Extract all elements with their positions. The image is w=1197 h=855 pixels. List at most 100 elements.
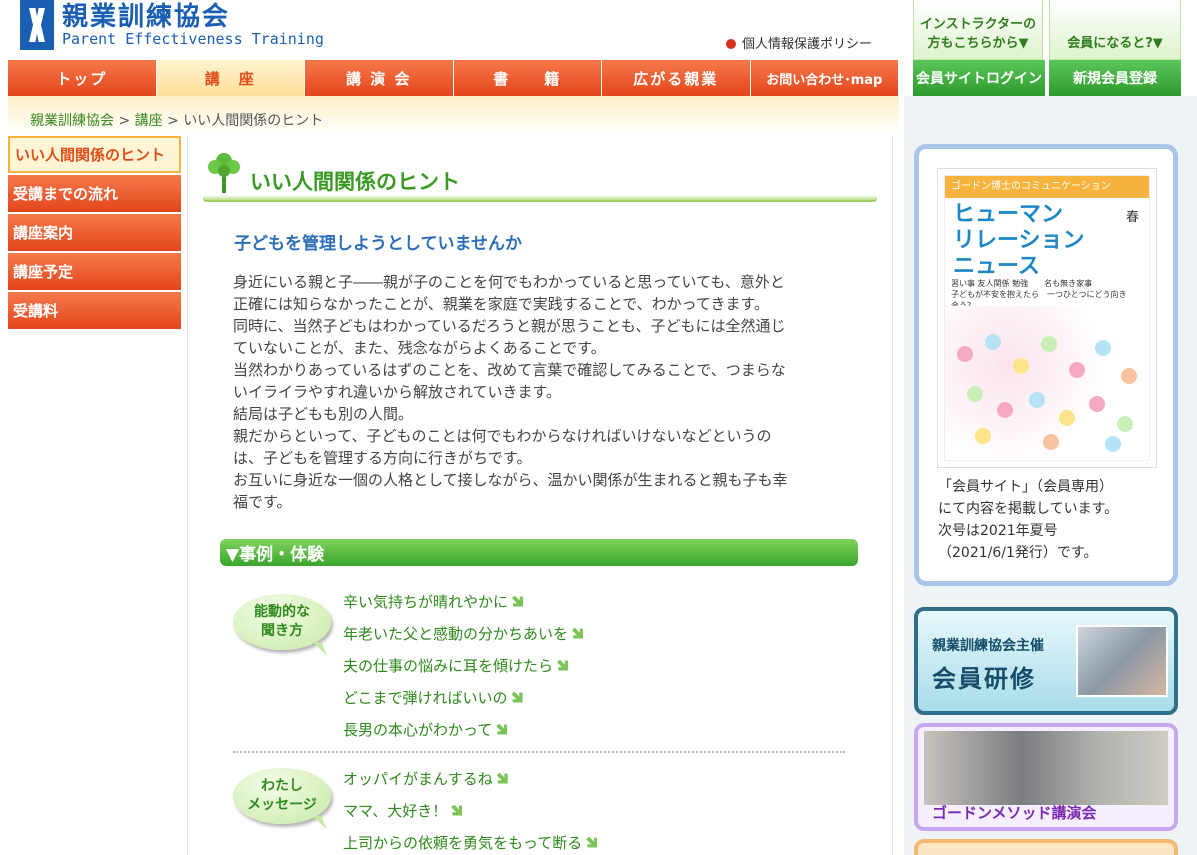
case-link[interactable]: 上司からの依頼を勇気をもって断る [343,826,598,855]
sidebar-item-schedule[interactable]: 講座予定 [8,253,181,290]
banner-title: ゴードンメソッド講演会 [932,804,1097,822]
paragraph-line: お互いに身近な一個の人格として接しながら、温かい関係が生まれると親も子も幸 [233,471,788,489]
nav-course[interactable]: 講 座 [156,60,305,96]
newsletter-topic-line: 習い事 友人関係 勉強 名も無き家事 [951,279,1093,288]
breadcrumb-course[interactable]: 講座 [135,113,163,129]
caption-line: （2021/6/1発行）です。 [938,545,1098,561]
sidebar: いい人間関係のヒント 受講までの流れ 講座案内 講座予定 受講料 [8,136,181,331]
case-link[interactable]: ママ、大好き！ [343,794,597,826]
nav-spread[interactable]: 広がる親業 [602,60,751,96]
page-title: いい人間関係のヒント [250,170,460,194]
newsletter-title-line: ヒューマン [953,202,1064,227]
bubble-line: わたし [260,778,303,794]
arrow-down-right-icon [496,772,508,784]
newsletter-caption: 「会員サイト」（会員専用） にて内容を掲載しています。 次号は2021年夏号 （… [938,476,1158,564]
section-subhead: 子どもを管理しようとしていませんか [234,234,522,254]
lecture-photo [924,731,1168,805]
bubble-line: メッセージ [247,797,317,813]
title-underline [203,195,877,202]
banner-subtitle: 親業訓練協会主催 [932,638,1044,654]
paragraph-line: は、子どもを管理する方向に行きがちです。 [233,449,532,467]
bubble-line: 聞き方 [261,623,303,639]
privacy-policy-label: 個人情報保護ポリシー [742,37,873,52]
member-benefits-link[interactable]: 会員になると?▼ [1049,0,1181,60]
case-link-label: 年老いた父と感動の分かちあいを [343,624,569,643]
arrow-down-right-icon [572,627,584,639]
case-link-label: オッパイがまんするね [343,769,493,788]
candy-photo [945,306,1149,456]
case-list-i-message: オッパイがまんするね ママ、大好き！ 上司からの依頼を勇気をもって断る [343,762,598,855]
sidebar-item-guide[interactable]: 講座案内 [8,214,181,251]
sidebar-item-flow[interactable]: 受講までの流れ [8,175,181,212]
divider [233,751,845,753]
orange-banner[interactable] [914,839,1178,855]
arrow-down-right-icon [512,595,524,607]
red-dot-icon [726,39,736,49]
newsletter-title: ヒューマン リレーション ニュース [953,202,1085,280]
arrow-down-right-icon [557,659,569,671]
arrow-down-right-icon [496,723,508,735]
case-link[interactable]: どこまで弾ければいいの [343,681,583,713]
intro-paragraph: 身近にいる親と子――親が子のことを何でもわかっていると思っていても、意外と 正確… [233,271,853,513]
instructor-link[interactable]: インストラクターの方もこちらから▼ [913,0,1043,60]
paragraph-line: 結局は子どもも別の人間。 [233,405,414,423]
caption-line: 「会員サイト」（会員専用） [938,479,1113,495]
newsletter-title-line: リレーション [953,228,1085,253]
case-link-label: どこまで弾ければいいの [343,688,508,707]
newsletter-header: ゴードン博士のコミュニケーション [945,176,1149,198]
i-message-bubble: わたし メッセージ [233,768,331,824]
paragraph-line: 福です。 [233,493,292,511]
logo-title-en: Parent Effectiveness Training [62,30,324,48]
case-link[interactable]: 辛い気持ちが晴れやかに [343,585,583,617]
arrow-down-right-icon [586,836,598,848]
case-link-label: 長男の本心がわかって [343,720,493,739]
caption-line: 次号は2021年夏号 [938,523,1058,539]
new-member-register-button[interactable]: 新規会員登録 [1049,60,1181,96]
breadcrumb-home[interactable]: 親業訓練協会 [30,113,114,129]
logo-mark-icon [20,0,54,50]
paragraph-line: ていないことが、また、残念ながらよくあることです。 [233,339,606,357]
training-photo [1076,625,1168,697]
main-nav: トップ 講 座 講 演 会 書 籍 広がる親業 お問い合わせ･map [8,60,899,96]
sidebar-item-fee[interactable]: 受講料 [8,292,181,329]
member-training-banner[interactable]: 親業訓練協会主催 会員研修 [914,607,1178,715]
member-login-button[interactable]: 会員サイトログイン [913,60,1045,96]
paragraph-line: 同時に、当然子どもはわかっているだろうと親が思うことも、子どもには全然通じ [233,317,786,335]
case-list-active-listening: 辛い気持ちが晴れやかに 年老いた父と感動の分かちあいを 夫の仕事の悩みに耳を傾け… [343,585,584,745]
nav-contact-map[interactable]: お問い合わせ･map [750,60,899,96]
bubble-line: 能動的な [254,604,310,620]
newsletter-cover[interactable]: ゴードン博士のコミュニケーション ヒューマン リレーション ニュース 春 習い事… [937,168,1157,468]
newsletter-title-line: ニュース [953,254,1040,279]
arrow-down-right-icon [511,691,523,703]
paragraph-line: いイライラやすれ違いから解放されていきます。 [233,383,562,401]
paragraph-line: 当然わかりあっているはずのことを、改めて言葉で確認してみることで、つまらな [233,361,786,379]
breadcrumb-current: いい人間関係のヒント [183,113,324,129]
case-link-label: ママ、大好き！ [343,801,448,820]
paragraph-line: 親だからといって、子どものことは何でもわからなければいけないなどというの [233,427,772,445]
case-link[interactable]: オッパイがまんするね [343,762,597,794]
tree-icon [208,153,240,193]
case-link-label: 夫の仕事の悩みに耳を傾けたら [343,656,554,675]
caption-line: にて内容を掲載しています。 [938,501,1119,517]
privacy-policy-link[interactable]: 個人情報保護ポリシー [726,33,872,52]
nav-top[interactable]: トップ [8,60,157,96]
active-listening-bubble: 能動的な 聞き方 [233,594,331,650]
newsletter-season: 春 [1125,210,1139,225]
case-link-label: 辛い気持ちが晴れやかに [343,592,509,611]
nav-books[interactable]: 書 籍 [453,60,602,96]
nav-lecture[interactable]: 講 演 会 [305,60,454,96]
section-header-cases: ▼事例・体験 [220,539,858,566]
case-link[interactable]: 年老いた父と感動の分かちあいを [343,617,584,649]
case-link-label: 上司からの依頼を勇気をもって断る [343,833,583,852]
breadcrumb-separator: > [162,113,184,129]
paragraph-line: 正確には知らなかったことが、親業を家庭で実践することで、わかってきます。 [233,295,769,313]
breadcrumb: 親業訓練協会 > 講座 > いい人間関係のヒント [30,110,323,130]
gordon-lecture-banner[interactable]: ゴードンメソッド講演会 [914,723,1178,831]
case-link[interactable]: 長男の本心がわかって [343,713,583,745]
breadcrumb-separator: > [114,113,135,129]
sidebar-item-hints[interactable]: いい人間関係のヒント [8,136,181,173]
paragraph-line: 身近にいる親と子――親が子のことを何でもわかっていると思っていても、意外と [233,273,785,291]
banner-title: 会員研修 [932,665,1036,693]
case-link[interactable]: 夫の仕事の悩みに耳を傾けたら [343,649,583,681]
arrow-down-right-icon [451,804,463,816]
